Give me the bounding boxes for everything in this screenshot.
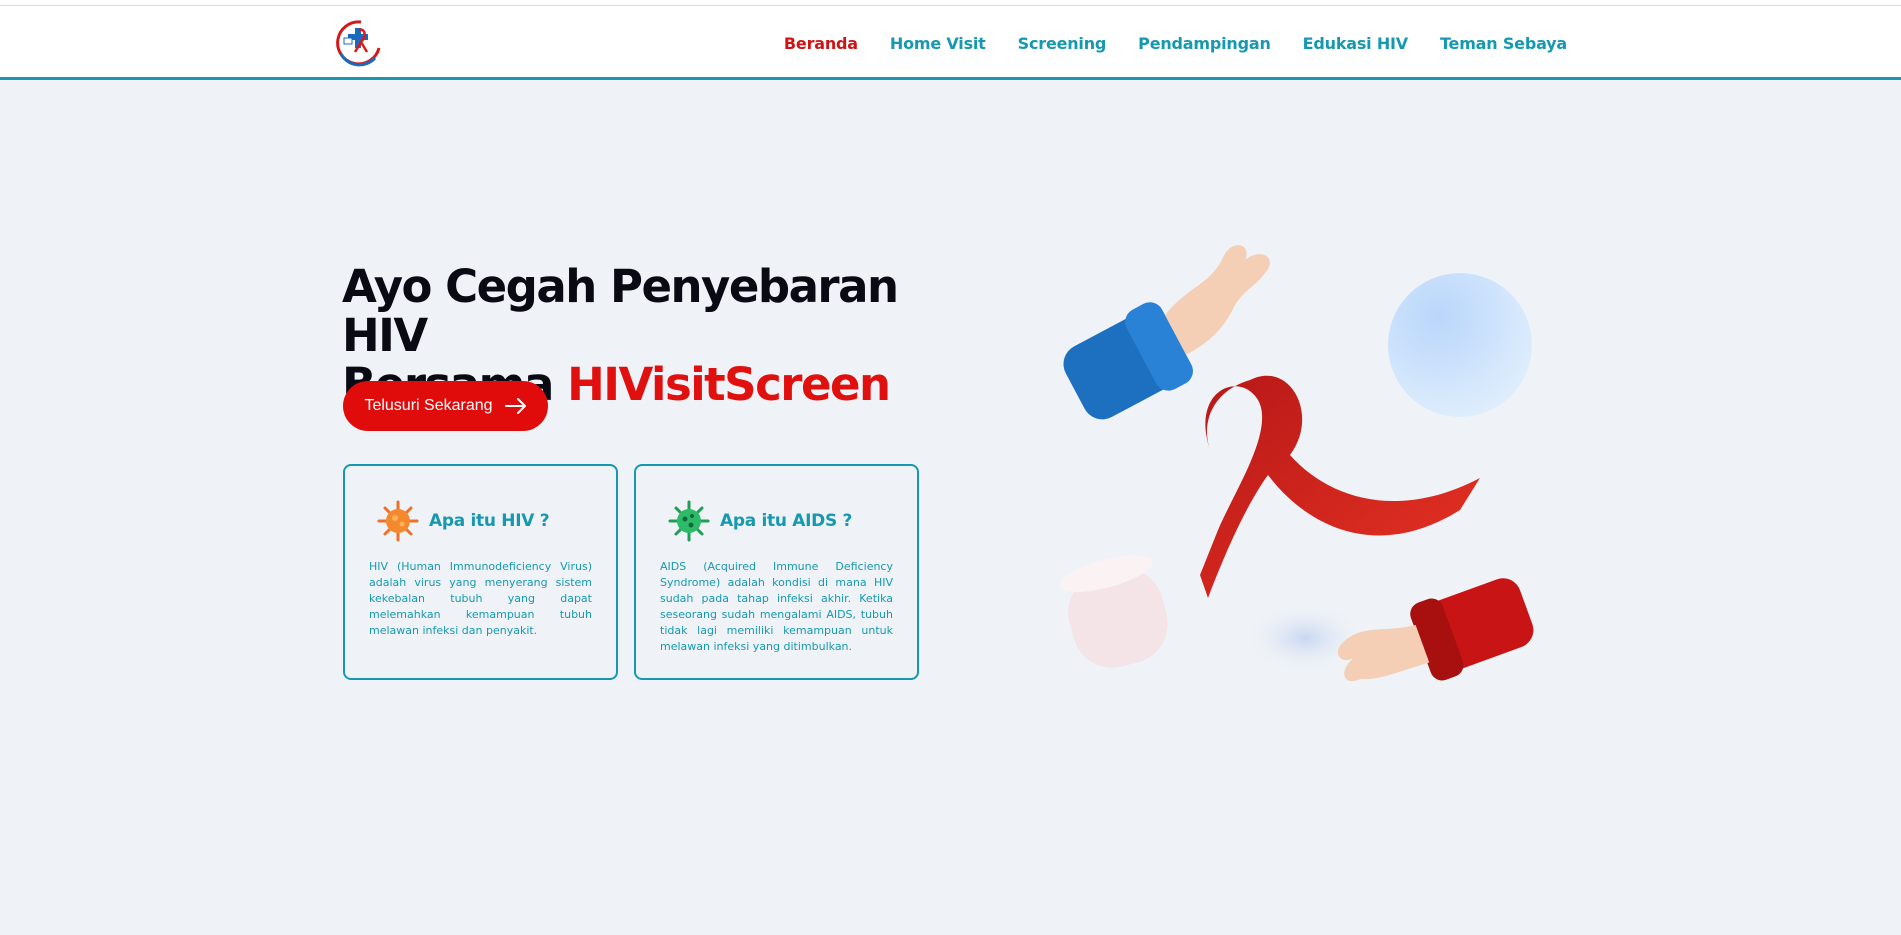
nav-item-edukasi-hiv[interactable]: Edukasi HIV (1303, 34, 1409, 53)
main-nav: Beranda Home Visit Screening Pendampinga… (784, 6, 1567, 80)
hero-title-line1: Ayo Cegah Penyebaran HIV (342, 260, 899, 362)
hiv-ribbon-logo-icon[interactable] (335, 18, 383, 68)
hiv-info-card[interactable]: Apa itu HIV ? HIV (Human Immunodeficienc… (343, 464, 618, 680)
hero-title-brand: HIVisitScreen (567, 358, 891, 411)
hiv-card-title: Apa itu HIV ? (429, 511, 550, 531)
aids-card-title: Apa itu AIDS ? (720, 511, 853, 531)
nav-item-beranda[interactable]: Beranda (784, 34, 858, 53)
nav-item-home-visit[interactable]: Home Visit (890, 34, 986, 53)
hiv-card-text: HIV (Human Immunodeficiency Virus) adala… (369, 560, 592, 637)
nav-item-screening[interactable]: Screening (1018, 34, 1107, 53)
nav-item-pendampingan[interactable]: Pendampingan (1138, 34, 1271, 53)
aids-card-header: Apa itu AIDS ? (668, 500, 852, 542)
hiv-card-header: Apa itu HIV ? (377, 500, 550, 542)
virus-orange-icon (377, 500, 419, 542)
virus-green-icon (668, 500, 710, 542)
nav-item-teman-sebaya[interactable]: Teman Sebaya (1440, 34, 1567, 53)
aids-card-text: AIDS (Acquired Immune Deficiency Syndrom… (660, 560, 893, 653)
arrow-right-icon (504, 398, 527, 414)
aids-info-card[interactable]: Apa itu AIDS ? AIDS (Acquired Immune Def… (634, 464, 919, 680)
explore-now-button[interactable]: Telusuri Sekarang (343, 381, 548, 431)
hands-red-ribbon-illustration (1040, 230, 1560, 710)
explore-now-label: Telusuri Sekarang (364, 397, 493, 414)
navbar: Beranda Home Visit Screening Pendampinga… (0, 6, 1901, 80)
